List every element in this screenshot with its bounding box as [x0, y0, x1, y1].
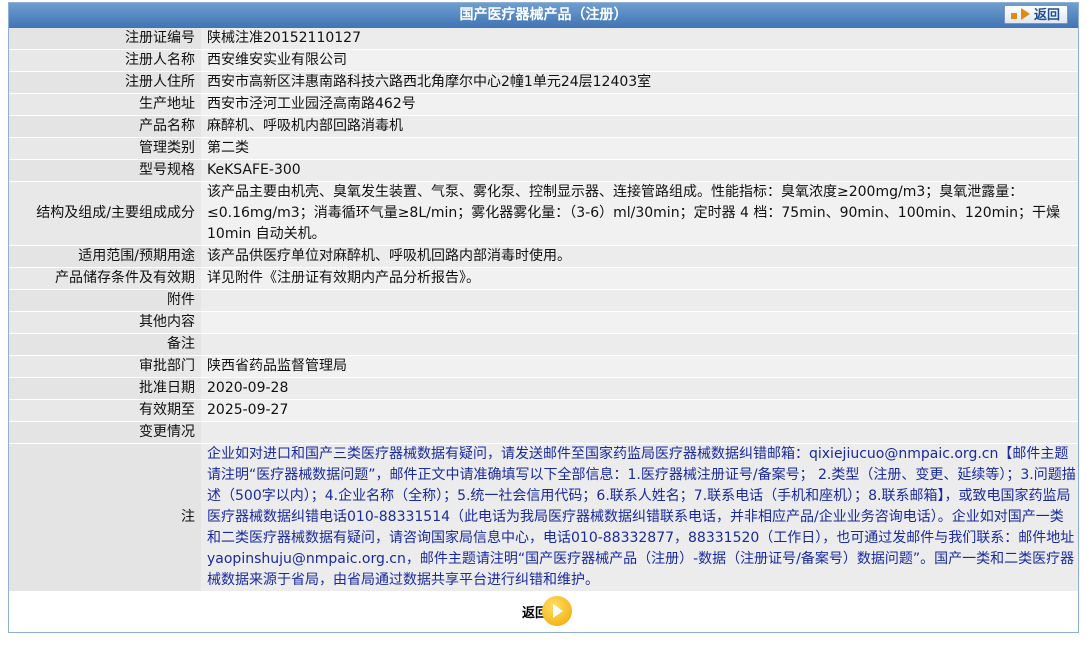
- row-value: 该产品主要由机壳、臭氧发生装置、气泵、雾化泵、控制显示器、连接管路组成。性能指标…: [201, 181, 1078, 246]
- row-value: 2025-09-27: [201, 399, 1078, 422]
- title-bar: 国产医疗器械产品（注册） 返回: [9, 3, 1078, 28]
- table-row: 注册人名称 西安维安实业有限公司: [9, 49, 1078, 72]
- back-button-top[interactable]: 返回: [1004, 5, 1068, 24]
- row-label: 批准日期: [9, 377, 201, 400]
- table-row: 注册证编号 陕械注准20152110127: [9, 28, 1078, 50]
- row-value: KeKSAFE-300: [201, 159, 1078, 182]
- table-row: 生产地址 西安市泾河工业园泾高南路462号: [9, 93, 1078, 116]
- row-label: 变更情况: [9, 421, 201, 444]
- note-text: 企业如对进口和国产三类医疗器械数据有疑问，请发送邮件至国家药监局医疗器械数据纠错…: [201, 443, 1078, 592]
- back-button-bottom[interactable]: 返回: [512, 596, 572, 626]
- row-label: 结构及组成/主要组成成分: [9, 181, 201, 246]
- table-row: 产品名称 麻醉机、呼吸机内部回路消毒机: [9, 115, 1078, 138]
- page-title: 国产医疗器械产品（注册）: [459, 7, 628, 23]
- row-value: 西安维安实业有限公司: [201, 49, 1078, 72]
- play-arrow-icon: [542, 596, 572, 626]
- table-row: 批准日期 2020-09-28: [9, 377, 1078, 400]
- table-row: 其他内容: [9, 311, 1078, 334]
- row-value: 陕械注准20152110127: [201, 28, 1078, 50]
- row-label: 有效期至: [9, 399, 201, 422]
- row-value: 西安市高新区沣惠南路科技六路西北角摩尔中心2幢1单元24层12403室: [201, 71, 1078, 94]
- table-row: 审批部门 陕西省药品监督管理局: [9, 355, 1078, 378]
- row-value: 西安市泾河工业园泾高南路462号: [201, 93, 1078, 116]
- table-row: 适用范围/预期用途 该产品供医疗单位对麻醉机、呼吸机回路内部消毒时使用。: [9, 245, 1078, 268]
- row-label: 产品储存条件及有效期: [9, 267, 201, 290]
- row-label: 注册人住所: [9, 71, 201, 94]
- row-label: 生产地址: [9, 93, 201, 116]
- table-row: 备注: [9, 333, 1078, 356]
- footer-bar: 返回: [9, 592, 1078, 632]
- row-value: 详见附件《注册证有效期内产品分析报告》。: [201, 267, 1078, 290]
- note-label: 注: [9, 443, 201, 592]
- table-row: 产品储存条件及有效期 详见附件《注册证有效期内产品分析报告》。: [9, 267, 1078, 290]
- row-value: 第二类: [201, 137, 1078, 160]
- table-row: 管理类别 第二类: [9, 137, 1078, 160]
- row-value: [201, 333, 1078, 356]
- note-row: 注 企业如对进口和国产三类医疗器械数据有疑问，请发送邮件至国家药监局医疗器械数据…: [9, 443, 1078, 592]
- row-value: 麻醉机、呼吸机内部回路消毒机: [201, 115, 1078, 138]
- back-button-label: 返回: [1034, 8, 1061, 23]
- row-value: [201, 289, 1078, 312]
- row-value: [201, 311, 1078, 334]
- row-label: 注册证编号: [9, 28, 201, 50]
- row-label: 注册人名称: [9, 49, 201, 72]
- row-value: 2020-09-28: [201, 377, 1078, 400]
- table-row: 有效期至 2025-09-27: [9, 399, 1078, 422]
- detail-panel: 国产医疗器械产品（注册） 返回 注册证编号 陕械注准20152110127 注册人名…: [8, 2, 1079, 633]
- row-value: 该产品供医疗单位对麻醉机、呼吸机回路内部消毒时使用。: [201, 245, 1078, 268]
- table-row: 结构及组成/主要组成成分 该产品主要由机壳、臭氧发生装置、气泵、雾化泵、控制显示器…: [9, 181, 1078, 246]
- row-label: 其他内容: [9, 311, 201, 334]
- row-label: 审批部门: [9, 355, 201, 378]
- table-row: 注册人住所 西安市高新区沣惠南路科技六路西北角摩尔中心2幢1单元24层12403室: [9, 71, 1078, 94]
- detail-table: 注册证编号 陕械注准20152110127 注册人名称 西安维安实业有限公司 注册人住所…: [9, 28, 1078, 592]
- row-label: 产品名称: [9, 115, 201, 138]
- table-row: 型号规格 KeKSAFE-300: [9, 159, 1078, 182]
- row-value: [201, 421, 1078, 444]
- table-row: 附件: [9, 289, 1078, 312]
- row-label: 管理类别: [9, 137, 201, 160]
- table-row: 变更情况: [9, 421, 1078, 444]
- row-label: 附件: [9, 289, 201, 312]
- row-label: 备注: [9, 333, 201, 356]
- arrow-head-icon: [1021, 8, 1030, 20]
- arrow-right-icon: [1011, 13, 1017, 19]
- row-label: 型号规格: [9, 159, 201, 182]
- row-value: 陕西省药品监督管理局: [201, 355, 1078, 378]
- row-label: 适用范围/预期用途: [9, 245, 201, 268]
